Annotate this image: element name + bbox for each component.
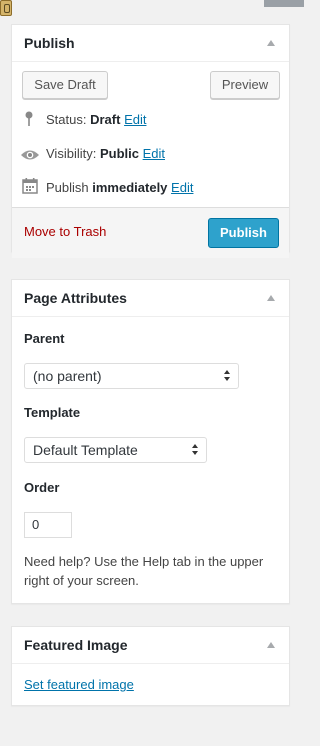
set-featured-image-link[interactable]: Set featured image	[24, 677, 134, 692]
status-value: Draft	[90, 112, 121, 127]
page-attributes-box: Page Attributes Parent (no parent) Templ…	[11, 279, 290, 604]
publish-label: Publish	[46, 180, 89, 195]
visibility-value: Public	[99, 146, 139, 161]
visibility-label: Visibility:	[46, 146, 97, 161]
visibility-edit-link[interactable]: Edit	[143, 146, 165, 161]
collapse-arrow-icon[interactable]	[267, 642, 275, 648]
top-right-bar	[264, 0, 304, 7]
eye-icon	[20, 149, 40, 164]
featured-image-title: Featured Image	[24, 637, 128, 653]
select-arrows-icon	[192, 443, 200, 457]
preview-button[interactable]: Preview	[210, 71, 280, 99]
top-left-icon	[0, 0, 12, 16]
pin-icon	[24, 111, 34, 130]
status-edit-link[interactable]: Edit	[124, 112, 146, 127]
publish-button[interactable]: Publish	[208, 218, 279, 248]
calendar-icon	[22, 178, 38, 197]
publish-box: Publish Save Draft Preview Status: Draft…	[11, 24, 290, 258]
template-select-value: Default Template	[33, 442, 138, 458]
order-input[interactable]: 0	[24, 512, 72, 538]
collapse-arrow-icon[interactable]	[267, 40, 275, 46]
publish-schedule-row: Publish immediately Edit	[46, 180, 193, 195]
status-label: Status:	[46, 112, 87, 127]
publish-box-title: Publish	[24, 35, 75, 51]
publish-value: immediately	[92, 180, 168, 195]
status-row: Status: Draft Edit	[46, 112, 146, 127]
publish-box-header[interactable]: Publish	[12, 25, 289, 62]
visibility-row: Visibility: Public Edit	[46, 146, 165, 161]
order-label: Order	[24, 480, 60, 495]
featured-image-box: Featured Image Set featured image	[11, 626, 290, 706]
help-text: Need help? Use the Help tab in the upper…	[24, 554, 264, 588]
select-arrows-icon	[224, 369, 232, 383]
publish-actions: Move to Trash Publish	[12, 207, 289, 258]
template-label: Template	[24, 405, 81, 420]
page-attributes-header[interactable]: Page Attributes	[12, 280, 289, 317]
parent-select[interactable]: (no parent)	[24, 363, 239, 389]
template-select[interactable]: Default Template	[24, 437, 207, 463]
parent-label: Parent	[24, 331, 65, 346]
move-to-trash-link[interactable]: Move to Trash	[24, 224, 106, 239]
publish-edit-link[interactable]: Edit	[171, 180, 193, 195]
save-draft-button[interactable]: Save Draft	[22, 71, 108, 99]
page-attributes-title: Page Attributes	[24, 290, 127, 306]
featured-image-header[interactable]: Featured Image	[12, 627, 289, 664]
parent-select-value: (no parent)	[33, 368, 102, 384]
collapse-arrow-icon[interactable]	[267, 295, 275, 301]
